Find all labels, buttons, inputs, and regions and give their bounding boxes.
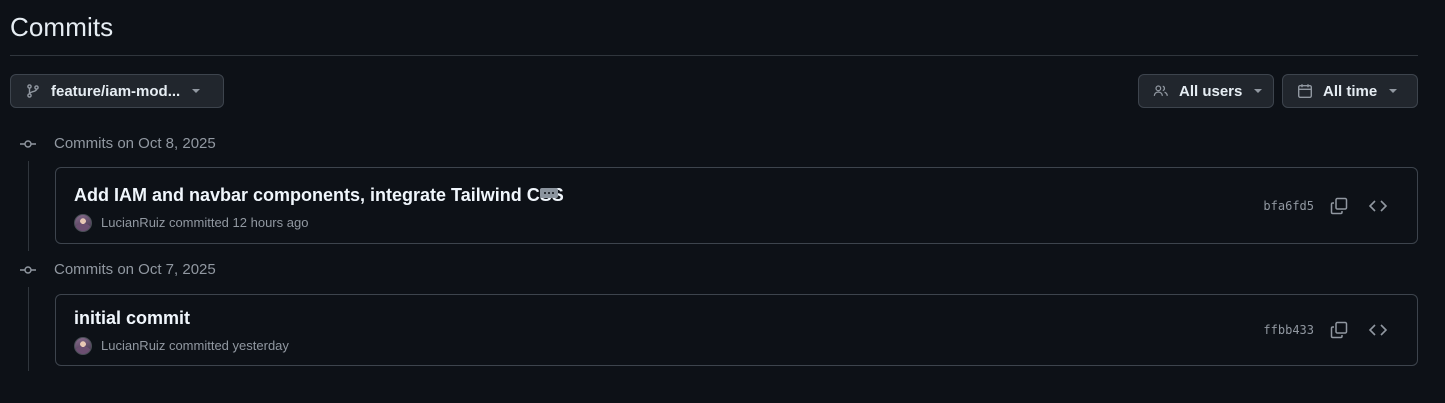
- users-filter-label: All users: [1179, 82, 1243, 100]
- timeline-line: [28, 287, 29, 371]
- users-filter-button[interactable]: All users: [1138, 74, 1274, 108]
- copy-icon: [1330, 197, 1348, 215]
- commit-group-heading: Commits on Oct 8, 2025: [54, 135, 216, 152]
- commit-action: committed: [168, 338, 229, 353]
- code-icon: [1368, 324, 1388, 336]
- browse-files-button[interactable]: [1366, 194, 1390, 218]
- commit-author-link[interactable]: LucianRuiz: [101, 215, 165, 230]
- time-filter-label: All time: [1323, 82, 1378, 100]
- commit-meta: LucianRuiz committed yesterday: [101, 338, 289, 353]
- chevron-down-icon: [192, 89, 201, 93]
- commit-time: 12 hours ago: [232, 215, 309, 230]
- commit-sha-link[interactable]: ffbb433: [1263, 323, 1314, 337]
- copy-sha-button[interactable]: [1327, 318, 1351, 342]
- timeline-line: [28, 161, 29, 251]
- commit-action: committed: [168, 215, 229, 230]
- code-icon: [1368, 200, 1388, 212]
- commit-title-link[interactable]: initial commit: [74, 308, 190, 329]
- commit-group-icon: [18, 137, 38, 151]
- chevron-down-icon: [1254, 89, 1263, 93]
- title-divider: [10, 55, 1418, 56]
- commit-sha-link[interactable]: bfa6fd5: [1263, 199, 1314, 213]
- commit-meta: LucianRuiz committed 12 hours ago: [101, 215, 308, 230]
- commit-time: yesterday: [232, 338, 289, 353]
- branch-selector-label: feature/iam-mod...: [51, 82, 181, 100]
- page-title: Commits: [10, 12, 114, 42]
- chevron-down-icon: [1389, 89, 1398, 93]
- copy-sha-button[interactable]: [1327, 194, 1351, 218]
- commit-title-link[interactable]: Add IAM and navbar components, integrate…: [74, 185, 564, 206]
- browse-files-button[interactable]: [1366, 318, 1390, 342]
- git-branch-icon: [25, 83, 41, 99]
- commit-group-icon: [18, 263, 38, 277]
- commits-page: Commits feature/iam-mod... All users All…: [0, 0, 1445, 403]
- commit-author-link[interactable]: LucianRuiz: [101, 338, 165, 353]
- commit-card: initial commit LucianRuiz committed yest…: [55, 294, 1418, 366]
- calendar-icon: [1297, 83, 1313, 99]
- commit-group-heading: Commits on Oct 7, 2025: [54, 261, 216, 278]
- branch-selector-button[interactable]: feature/iam-mod...: [10, 74, 224, 108]
- people-icon: [1153, 83, 1169, 99]
- avatar[interactable]: [74, 337, 92, 355]
- avatar[interactable]: [74, 214, 92, 232]
- commit-card: Add IAM and navbar components, integrate…: [55, 167, 1418, 244]
- copy-icon: [1330, 321, 1348, 339]
- commit-message-expand-button[interactable]: [540, 188, 558, 198]
- time-filter-button[interactable]: All time: [1282, 74, 1418, 108]
